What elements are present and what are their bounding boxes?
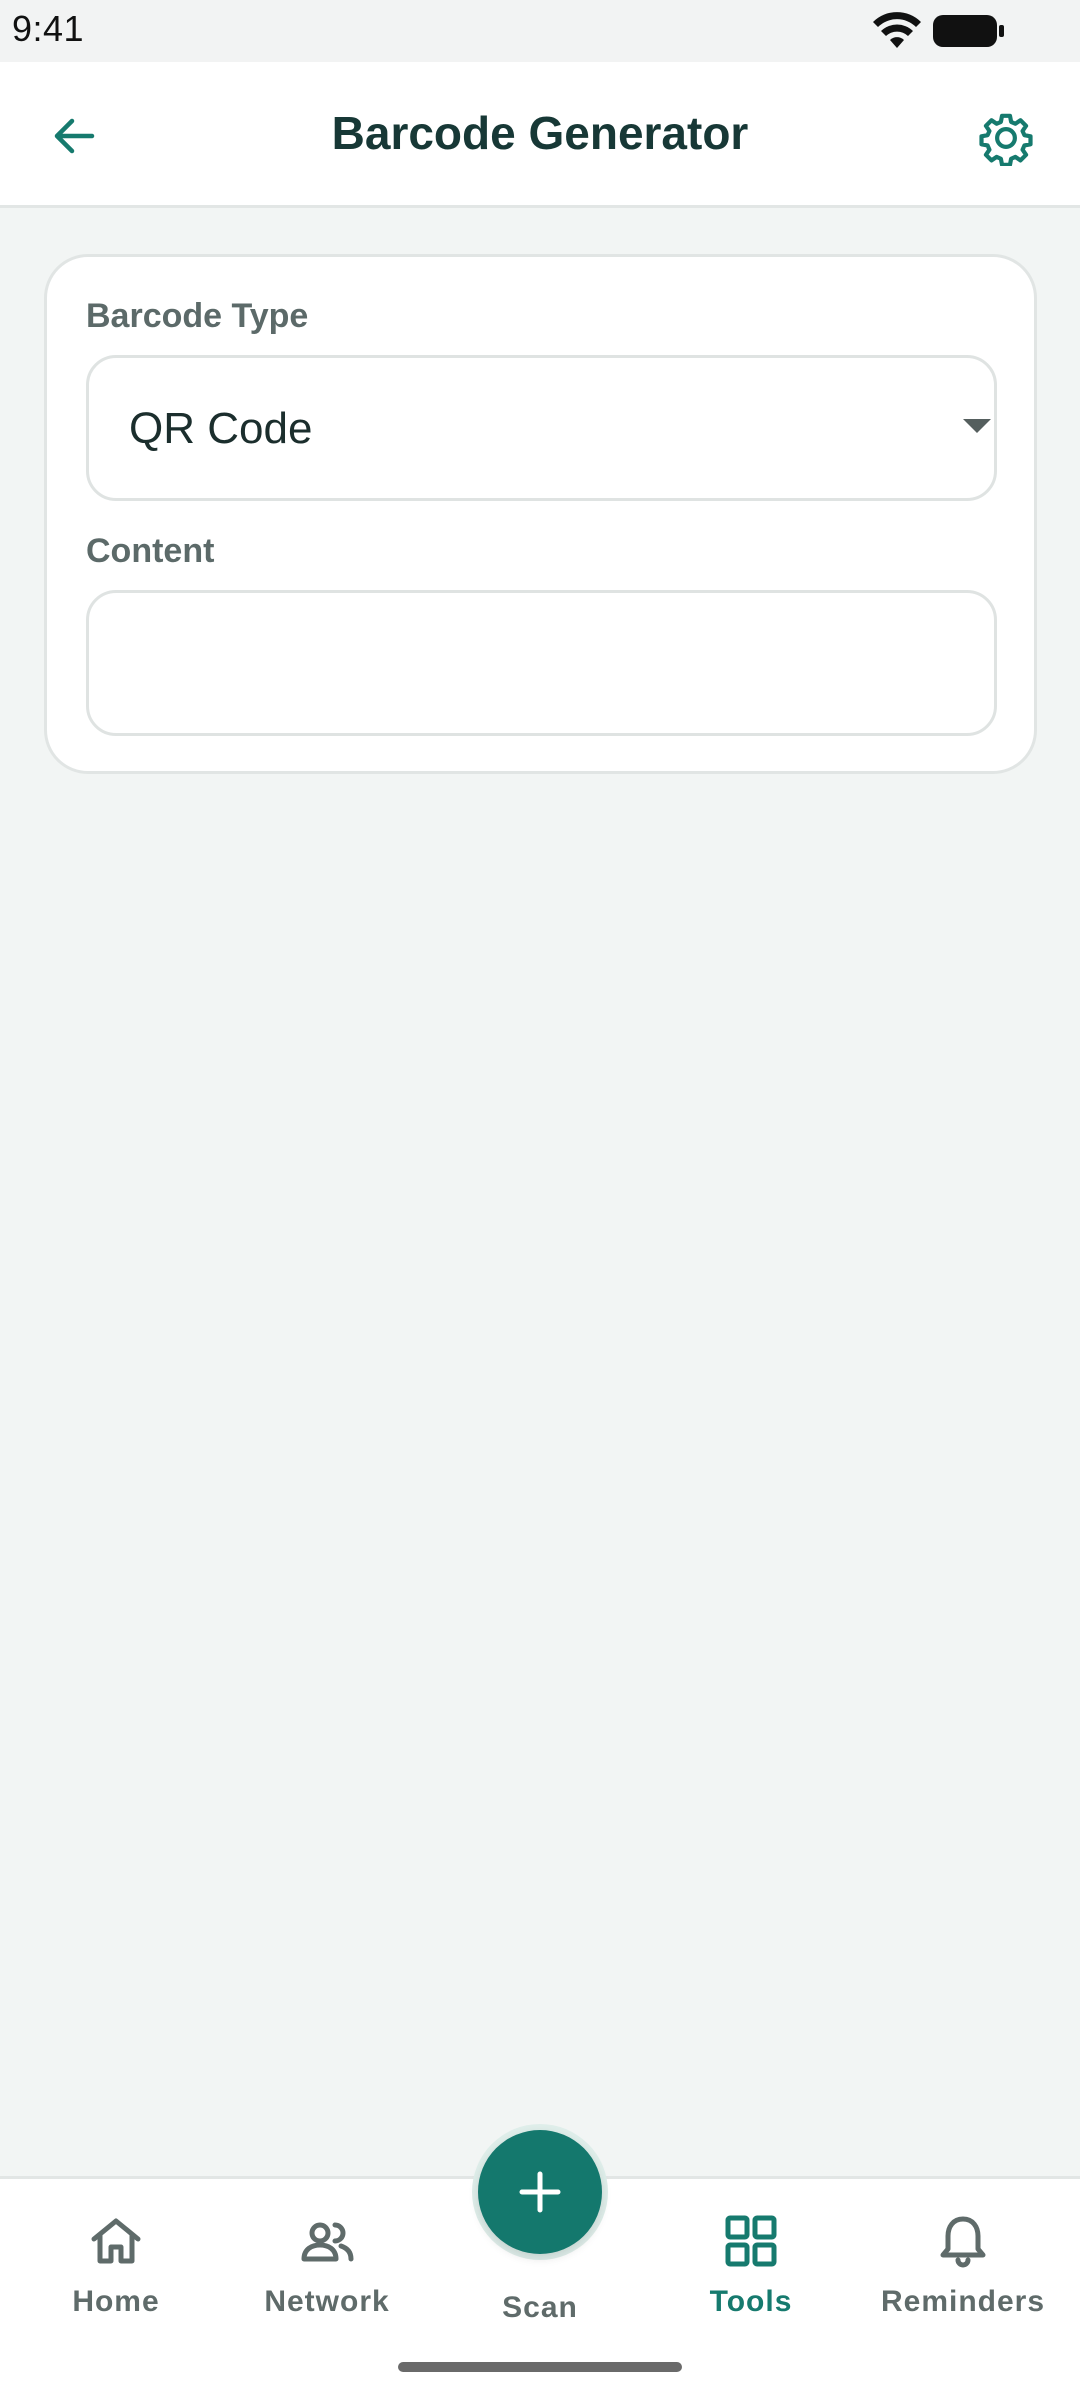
page-title: Barcode Generator <box>331 107 749 159</box>
dropdown-arrow-icon <box>963 419 991 433</box>
nav-item-tools[interactable]: Tools <box>651 2199 851 2339</box>
screen: 9:41 Barcode Generator Barcode Type QR C… <box>0 0 1080 2400</box>
nav-label-home: Home <box>72 2285 160 2318</box>
barcode-type-value: QR Code <box>129 404 313 453</box>
battery-icon <box>933 15 1004 47</box>
wifi-icon <box>873 12 921 48</box>
status-time: 9:41 <box>12 8 85 49</box>
home-indicator[interactable] <box>398 2362 682 2372</box>
nav-label-tools: Tools <box>709 2285 793 2318</box>
nav-label-scan: Scan <box>502 2291 578 2324</box>
nav-item-network[interactable]: Network <box>227 2199 427 2339</box>
plus-icon <box>519 2171 561 2213</box>
grid-icon <box>725 2215 777 2267</box>
people-icon <box>301 2222 354 2262</box>
content-label: Content <box>86 532 215 570</box>
settings-button[interactable] <box>970 102 1042 174</box>
app-bar: Barcode Generator <box>0 62 1080 208</box>
nav-item-home[interactable]: Home <box>16 2199 216 2339</box>
scan-fab-button[interactable] <box>478 2130 602 2254</box>
nav-label-network: Network <box>264 2285 390 2318</box>
form-card: Barcode Type QR Code Content <box>44 254 1037 774</box>
barcode-type-label: Barcode Type <box>86 297 309 335</box>
bell-icon <box>940 2216 986 2268</box>
nav-item-reminders[interactable]: Reminders <box>863 2199 1063 2339</box>
content-input[interactable] <box>86 590 997 736</box>
gear-icon <box>979 113 1033 166</box>
nav-label-reminders: Reminders <box>880 2285 1046 2318</box>
barcode-type-select[interactable]: QR Code <box>86 355 997 501</box>
home-icon <box>91 2218 141 2264</box>
status-bar: 9:41 <box>0 0 1080 62</box>
